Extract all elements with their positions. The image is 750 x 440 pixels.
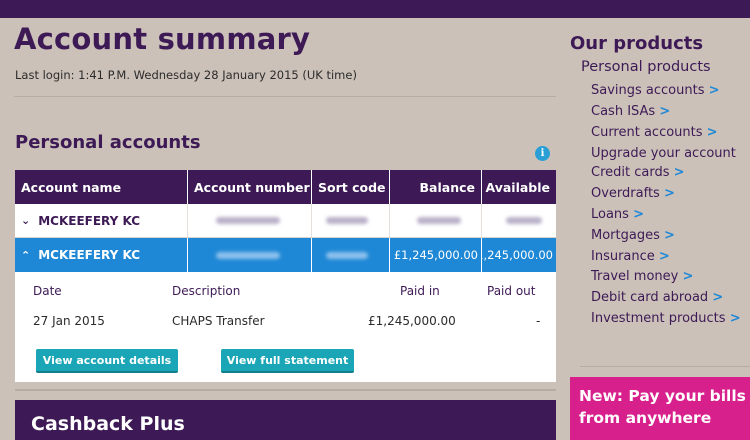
chevron-right-icon: >: [712, 290, 724, 306]
top-bar: [0, 0, 750, 18]
product-link-cash-isas[interactable]: Cash ISAs >: [591, 102, 750, 123]
info-icon[interactable]: i: [535, 146, 550, 161]
page-title: Account summary: [14, 22, 311, 56]
product-link-overdrafts[interactable]: Overdrafts >: [591, 184, 750, 205]
account-number-redacted: [188, 204, 312, 237]
accounts-table-header: Account name Account number Sort code Ba…: [15, 170, 556, 204]
txn-date: 27 Jan 2015: [33, 314, 105, 328]
chevron-right-icon: >: [659, 103, 671, 119]
cashback-plus-banner[interactable]: Cashback Plus: [15, 400, 556, 440]
account-available: £1,245,000.00: [482, 248, 553, 262]
txn-description: CHAPS Transfer: [172, 314, 265, 328]
divider: [580, 366, 750, 367]
product-link-savings-accounts[interactable]: Savings accounts >: [591, 81, 750, 102]
balance-redacted: [390, 204, 482, 237]
product-links-list: Savings accounts > Cash ISAs > Current a…: [591, 81, 750, 330]
product-link-loans[interactable]: Loans >: [591, 205, 750, 226]
column-header-account-number: Account number: [188, 170, 312, 204]
chevron-right-icon: >: [682, 269, 694, 285]
available-redacted: [482, 204, 556, 237]
product-link-investment-products[interactable]: Investment products >: [591, 309, 750, 330]
account-balance: £1,245,000.00: [390, 238, 482, 272]
view-full-statement-button[interactable]: View full statement: [221, 349, 354, 373]
accounts-table: Account name Account number Sort code Ba…: [15, 170, 556, 382]
personal-accounts-heading: Personal accounts: [15, 132, 201, 153]
account-name[interactable]: MCKEEFERY KC: [38, 214, 140, 228]
cashback-plus-title[interactable]: Cashback Plus: [31, 413, 185, 435]
product-link-current-accounts[interactable]: Current accounts >: [591, 123, 750, 144]
account-name[interactable]: MCKEEFERY KC: [38, 248, 140, 262]
last-login-text: Last login: 1:41 P.M. Wednesday 28 Janua…: [15, 68, 357, 82]
product-link-upgrade-account[interactable]: Upgrade your account: [591, 143, 750, 163]
chevron-right-icon: >: [708, 83, 720, 98]
pay-bills-promo-banner[interactable]: New: Pay your bills from anywhere: [570, 377, 750, 440]
product-link-debit-card-abroad[interactable]: Debit card abroad >: [591, 288, 750, 309]
account-name-cell[interactable]: ⌃ MCKEEFERY KC: [15, 238, 188, 272]
our-products-heading: Our products: [570, 33, 704, 54]
product-link-mortgages[interactable]: Mortgages >: [591, 226, 750, 247]
personal-products-link[interactable]: Personal products: [581, 59, 711, 75]
account-row-collapsed[interactable]: ⌄ MCKEEFERY KC: [15, 204, 556, 238]
txn-header-paid-out: Paid out: [487, 284, 536, 298]
txn-header-date: Date: [33, 284, 62, 298]
chevron-up-icon[interactable]: ⌃: [21, 249, 30, 262]
view-account-details-button[interactable]: View account details: [36, 349, 178, 373]
txn-paid-in: £1,245,000.00: [368, 314, 456, 328]
product-link-travel-money[interactable]: Travel money >: [591, 267, 750, 288]
txn-header-paid-in: Paid in: [400, 284, 440, 298]
divider: [15, 389, 556, 391]
chevron-right-icon: >: [658, 248, 670, 264]
chevron-down-icon[interactable]: ⌄: [21, 214, 30, 227]
chevron-right-icon: >: [729, 310, 741, 326]
chevron-right-icon: >: [663, 186, 675, 202]
product-link-insurance[interactable]: Insurance >: [591, 247, 750, 268]
chevron-right-icon: >: [706, 124, 718, 140]
chevron-right-icon: >: [673, 165, 685, 181]
account-row-expanded[interactable]: ⌃ MCKEEFERY KC £1,245,000.00 £1,245,000.…: [15, 238, 556, 272]
column-header-available: Available: [485, 179, 550, 195]
account-name-cell[interactable]: ⌄ MCKEEFERY KC: [15, 204, 188, 237]
txn-header-description: Description: [172, 284, 241, 298]
column-header-account-name: Account name: [15, 170, 188, 204]
column-header-sort-code: Sort code: [312, 170, 390, 204]
txn-paid-out: -: [536, 314, 541, 328]
sort-code-redacted: [312, 204, 390, 237]
divider: [14, 96, 556, 97]
product-link-credit-cards[interactable]: Credit cards >: [591, 163, 750, 184]
chevron-right-icon: >: [633, 206, 644, 222]
account-number-redacted: [188, 238, 312, 272]
column-header-balance: Balance: [390, 170, 482, 204]
chevron-right-icon: >: [664, 227, 675, 243]
transaction-details-panel: Date Description Paid in Paid out 27 Jan…: [15, 272, 556, 382]
sort-code-redacted: [312, 238, 390, 272]
